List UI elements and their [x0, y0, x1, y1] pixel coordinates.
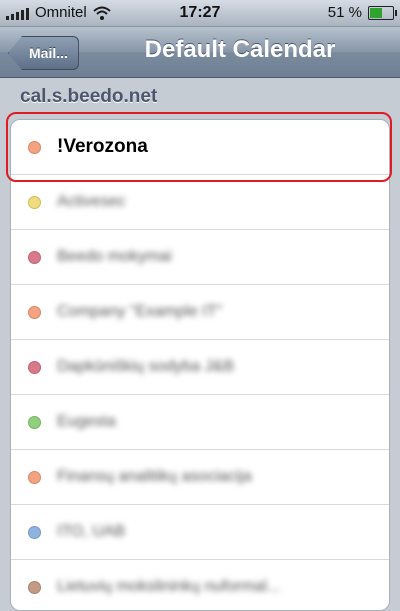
- calendar-list: !Verozona Activesec Beedo mokymai Compan…: [10, 119, 390, 611]
- calendar-row[interactable]: ITO, UAB: [11, 505, 389, 560]
- navigation-bar: Mail... Default Calendar: [0, 27, 400, 78]
- battery-icon: [368, 5, 397, 20]
- calendar-color-dot: [28, 360, 41, 374]
- battery-percent: 51 %: [327, 4, 362, 21]
- calendar-label: Beedo mokymai: [57, 248, 172, 265]
- calendar-row[interactable]: Finansų analitikų asociacija: [11, 450, 389, 505]
- calendar-label: Finansų analitikų asociacija: [57, 468, 252, 485]
- calendar-label: Eugesta: [57, 413, 116, 430]
- account-header: cal.s.beedo.net: [20, 86, 158, 107]
- calendar-label: Activesec: [57, 193, 126, 210]
- page-title: Default Calendar: [144, 36, 336, 63]
- status-right: 51 %: [327, 4, 397, 21]
- calendar-color-dot: [28, 580, 41, 594]
- battery-fill: [370, 7, 383, 18]
- calendar-row[interactable]: Lietuvių mokslininkų nuformal...: [11, 560, 389, 610]
- calendar-row[interactable]: Company "Example IT": [11, 285, 389, 340]
- calendar-label: ITO, UAB: [57, 523, 126, 540]
- back-button[interactable]: Mail...: [8, 36, 79, 70]
- calendar-color-dot: [28, 195, 41, 209]
- calendar-color-dot: [28, 470, 41, 484]
- calendar-color-dot: [28, 305, 41, 319]
- calendar-color-dot: [28, 250, 41, 264]
- calendar-label: Lietuvių mokslininkų nuformal...: [57, 578, 281, 595]
- status-bar: Omnitel 17:27 51 %: [0, 0, 400, 27]
- calendar-label: Company "Example IT": [57, 303, 223, 320]
- calendar-row[interactable]: Beedo mokymai: [11, 230, 389, 285]
- calendar-color-dot: [28, 415, 41, 429]
- calendar-row[interactable]: Activesec: [11, 175, 389, 230]
- calendar-label: Dapkūniškių sodyba J&B: [57, 358, 234, 375]
- calendar-row[interactable]: Eugesta: [11, 395, 389, 450]
- calendar-row[interactable]: Dapkūniškių sodyba J&B: [11, 340, 389, 395]
- calendar-color-dot: [28, 525, 41, 539]
- selection-highlight: [6, 112, 392, 182]
